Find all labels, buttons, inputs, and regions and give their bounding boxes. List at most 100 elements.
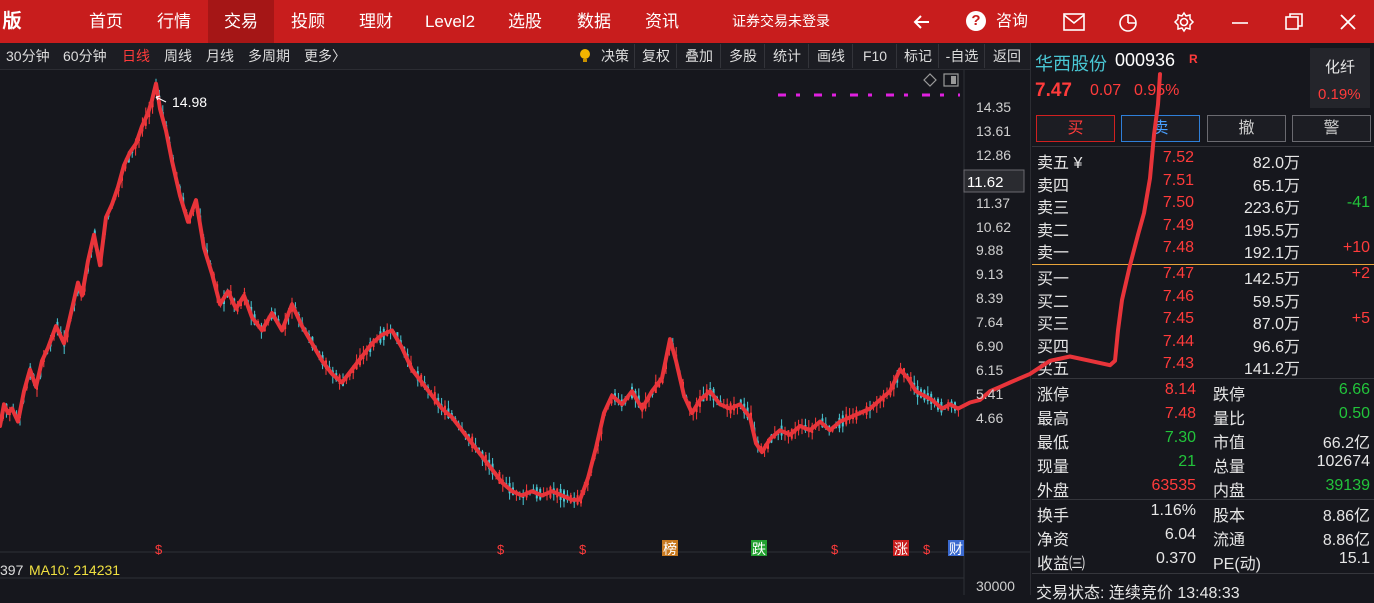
stat-label: 最高 (1037, 411, 1070, 428)
bid-volume: 141.2万 (1243, 361, 1300, 378)
stat-value: 1.16% (1150, 502, 1196, 519)
volume-axis-tick: 30000 (976, 578, 1015, 594)
tool-statistics[interactable]: 统计 (764, 44, 809, 68)
event-marker[interactable]: $ (831, 542, 839, 557)
event-marker[interactable]: $ (497, 542, 505, 557)
volume-delta: +2 (1351, 265, 1370, 282)
period-multi[interactable]: 多周期 (248, 43, 290, 69)
nav-trade[interactable]: 交易 (208, 0, 274, 43)
tool-multi-stock[interactable]: 多股 (720, 44, 765, 68)
ask-price: 7.50 (1162, 194, 1194, 211)
event-marker[interactable]: 榜 (663, 541, 677, 557)
nav-level2[interactable]: Level2 (410, 0, 490, 43)
stat-value: 7.48 (1164, 405, 1196, 422)
high-price-label: 14.98 (172, 94, 207, 110)
top-menu-bar: 版 首页 行情 交易 投顾 理财 Level2 选股 数据 资讯 证券交易未登录… (0, 0, 1374, 43)
settings-gear-icon[interactable] (1166, 0, 1202, 43)
stat-value: 8.14 (1164, 381, 1196, 398)
tool-remove-watchlist[interactable]: -自选 (938, 44, 985, 68)
cancel-order-button[interactable]: 撤 (1207, 115, 1286, 142)
period-60min[interactable]: 60分钟 (63, 43, 107, 69)
event-marker[interactable]: 跌 (752, 541, 766, 557)
volume-delta: -41 (1346, 194, 1370, 211)
sector-name[interactable]: 化纤 (1325, 56, 1355, 77)
period-30min[interactable]: 30分钟 (6, 43, 50, 69)
nav-news[interactable]: 资讯 (628, 0, 696, 43)
tool-f10[interactable]: F10 (852, 44, 897, 68)
period-daily[interactable]: 日线 (122, 43, 150, 69)
lightbulb-icon (578, 48, 592, 64)
pie-chart-icon[interactable] (1110, 0, 1146, 43)
event-marker[interactable]: $ (155, 542, 163, 557)
stat-label: 量比 (1213, 411, 1246, 428)
ma10-label: MA10: 214231 (29, 562, 120, 578)
stat-label: 换手 (1037, 508, 1070, 525)
price-axis-tick: 11.37 (976, 194, 1010, 211)
period-weekly[interactable]: 周线 (164, 43, 192, 69)
alert-button[interactable]: 警 (1292, 115, 1371, 142)
ask-level-label: 卖一 (1037, 245, 1070, 262)
buy-button[interactable]: 买 (1036, 115, 1115, 142)
close-icon[interactable] (1330, 0, 1366, 43)
event-marker[interactable]: 财 (949, 541, 963, 557)
nav-wealth[interactable]: 理财 (342, 0, 410, 43)
period-monthly[interactable]: 月线 (206, 43, 234, 69)
tool-draw-line[interactable]: 画线 (808, 44, 853, 68)
mail-icon[interactable] (1056, 0, 1092, 43)
price-axis-tick: 14.35 (976, 99, 1012, 115)
price-axis-tick: 10.62 (976, 218, 1012, 235)
price-axis-tick: 9.13 (976, 266, 1004, 283)
chart-toolbar: 30分钟 60分钟 日线 周线 月线 多周期 更多〉 决策 复权 叠加 多股 统… (0, 43, 1030, 70)
nav-data[interactable]: 数据 (560, 0, 628, 43)
ask-volume: 223.6万 (1243, 200, 1300, 217)
price-axis-tick: 9.88 (976, 242, 1004, 259)
margin-badge: R (1189, 52, 1198, 66)
tool-rights-adjust[interactable]: 复权 (634, 44, 677, 68)
login-notice[interactable]: 证券交易未登录 (716, 0, 846, 43)
stock-name: 华西股份 (1035, 54, 1107, 74)
stat-label: 现量 (1037, 459, 1070, 476)
price-axis-tick: 8.39 (976, 290, 1004, 307)
ask-volume: 65.1万 (1252, 177, 1300, 195)
tool-mark[interactable]: 标记 (896, 44, 939, 68)
ask-level-label: 卖三 (1037, 200, 1070, 217)
price-axis-tick: 6.90 (976, 338, 1004, 354)
consult-button[interactable]: 咨询 (990, 0, 1034, 43)
stat-label: 涨停 (1037, 387, 1070, 404)
stat-label: 总量 (1213, 459, 1246, 476)
sector-change: 0.19% (1318, 86, 1361, 103)
ask-volume: 192.1万 (1243, 245, 1300, 262)
tool-decision[interactable]: 决策 (596, 44, 634, 68)
ma-prev-label: 397 (0, 562, 24, 578)
stat-value: 21 (1178, 453, 1196, 470)
kline-chart[interactable]: 14.98 $ $ $ 榜 跌 $ 涨 $ 财 11.62 397 MA10: 214231 3… (0, 70, 1030, 595)
event-marker[interactable]: $ (923, 542, 931, 557)
nav-market[interactable]: 行情 (140, 0, 208, 43)
tool-overlay[interactable]: 叠加 (676, 44, 721, 68)
stat-value: 15.1 (1338, 550, 1370, 567)
minimize-icon[interactable] (1222, 0, 1258, 43)
ask-volume: 82.0万 (1252, 155, 1300, 172)
ask-price: 7.51 (1162, 171, 1194, 189)
price-axis-tick: 7.64 (976, 314, 1004, 331)
event-marker[interactable]: $ (579, 542, 587, 557)
event-marker[interactable]: 涨 (894, 541, 908, 557)
sell-button[interactable]: 卖 (1121, 115, 1200, 142)
help-icon[interactable]: ? (966, 11, 986, 31)
price-axis-tick: 5.41 (976, 385, 1004, 402)
bid-volume: 87.0万 (1252, 316, 1300, 333)
nav-stock-picker[interactable]: 选股 (490, 0, 560, 43)
nav-home[interactable]: 首页 (72, 0, 140, 43)
period-more[interactable]: 更多〉 (304, 43, 346, 69)
tool-back[interactable]: 返回 (984, 44, 1029, 68)
crosshair-price-label: 11.62 (967, 174, 1003, 191)
price-axis-tick: 4.66 (976, 409, 1004, 426)
stat-value: 0.50 (1338, 405, 1370, 422)
bid-level-label: 买五 (1037, 361, 1070, 378)
restore-window-icon[interactable] (1276, 0, 1312, 43)
stat-value: 8.86亿 (1322, 532, 1370, 549)
back-arrow-icon[interactable] (904, 0, 940, 43)
ask-volume: 195.5万 (1243, 222, 1300, 240)
stat-label: 收益㈢ (1037, 556, 1086, 573)
nav-advisory[interactable]: 投顾 (274, 0, 342, 43)
